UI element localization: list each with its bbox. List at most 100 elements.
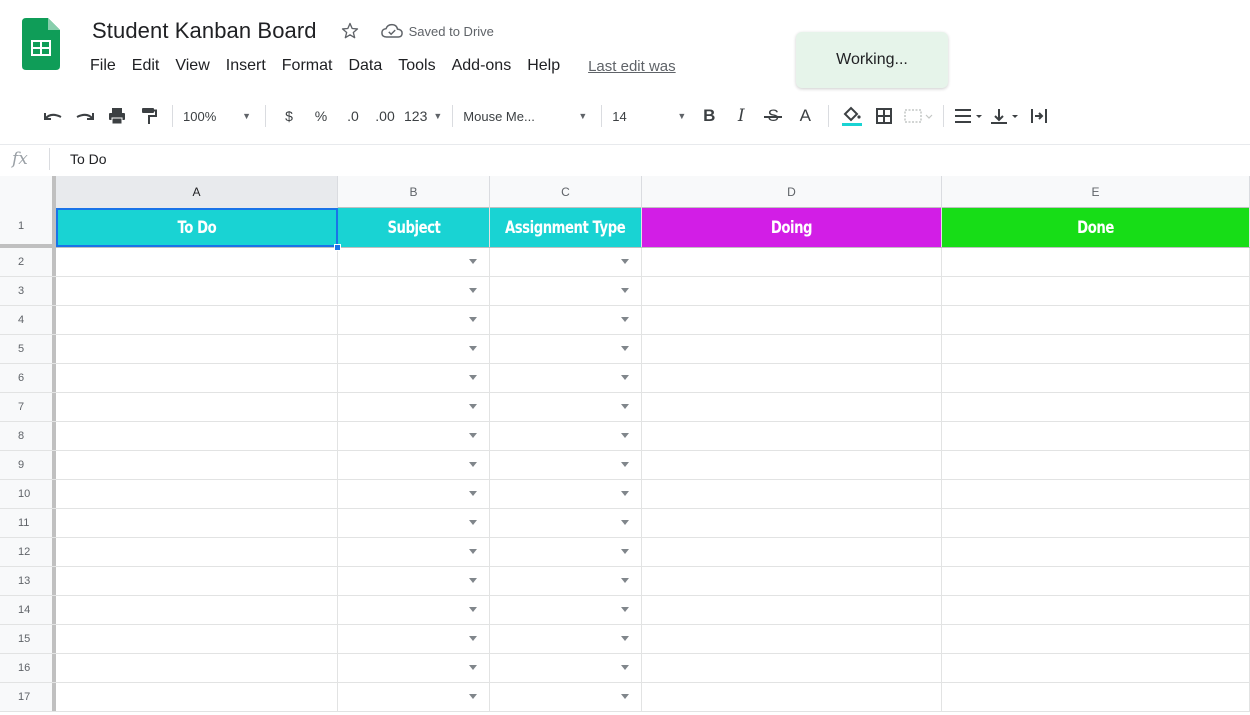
menu-file[interactable]: File: [82, 55, 124, 77]
document-title[interactable]: Student Kanban Board: [92, 18, 317, 44]
cell-assignment-type[interactable]: [490, 480, 642, 508]
text-color-button[interactable]: A: [792, 101, 818, 131]
dropdown-arrow-icon[interactable]: [469, 636, 477, 641]
star-icon[interactable]: [339, 20, 361, 42]
dropdown-arrow-icon[interactable]: [469, 375, 477, 380]
row-number[interactable]: 13: [0, 567, 56, 595]
row-number[interactable]: 8: [0, 422, 56, 450]
menu-tools[interactable]: Tools: [390, 55, 443, 77]
cell-subject[interactable]: [338, 306, 490, 334]
select-all-corner[interactable]: [0, 176, 56, 208]
cell-todo[interactable]: [56, 654, 338, 682]
column-header-a[interactable]: A: [56, 176, 338, 208]
dropdown-arrow-icon[interactable]: [469, 259, 477, 264]
dropdown-arrow-icon[interactable]: [621, 288, 629, 293]
menu-insert[interactable]: Insert: [218, 55, 274, 77]
cell-done[interactable]: [942, 480, 1250, 508]
row-number[interactable]: 14: [0, 596, 56, 624]
column-header-b[interactable]: B: [338, 176, 490, 208]
cell-e1[interactable]: Done: [942, 208, 1250, 247]
cell-assignment-type[interactable]: [490, 393, 642, 421]
row-number[interactable]: 16: [0, 654, 56, 682]
cell-assignment-type[interactable]: [490, 654, 642, 682]
cell-todo[interactable]: [56, 509, 338, 537]
cell-done[interactable]: [942, 335, 1250, 363]
cell-subject[interactable]: [338, 625, 490, 653]
cell-subject[interactable]: [338, 567, 490, 595]
fill-handle[interactable]: [334, 244, 341, 251]
text-wrap-icon[interactable]: [1026, 101, 1052, 131]
cell-subject[interactable]: [338, 451, 490, 479]
cell-done[interactable]: [942, 509, 1250, 537]
dropdown-arrow-icon[interactable]: [469, 404, 477, 409]
horizontal-align-icon[interactable]: [954, 101, 984, 131]
cell-assignment-type[interactable]: [490, 509, 642, 537]
cell-subject[interactable]: [338, 335, 490, 363]
cell-todo[interactable]: [56, 364, 338, 392]
dropdown-arrow-icon[interactable]: [469, 607, 477, 612]
cell-c1[interactable]: Assignment Type: [490, 208, 642, 247]
increase-decimal-button[interactable]: .00: [372, 101, 398, 131]
cell-assignment-type[interactable]: [490, 567, 642, 595]
dropdown-arrow-icon[interactable]: [621, 578, 629, 583]
cell-doing[interactable]: [642, 509, 942, 537]
cell-doing[interactable]: [642, 335, 942, 363]
row-number[interactable]: 2: [0, 248, 56, 276]
cell-done[interactable]: [942, 683, 1250, 711]
cell-todo[interactable]: [56, 625, 338, 653]
dropdown-arrow-icon[interactable]: [469, 317, 477, 322]
row-number[interactable]: 10: [0, 480, 56, 508]
cell-done[interactable]: [942, 277, 1250, 305]
dropdown-arrow-icon[interactable]: [469, 491, 477, 496]
print-icon[interactable]: [104, 101, 130, 131]
cell-doing[interactable]: [642, 683, 942, 711]
cell-doing[interactable]: [642, 596, 942, 624]
dropdown-arrow-icon[interactable]: [469, 462, 477, 467]
cell-b1[interactable]: Subject: [338, 208, 490, 247]
cell-subject[interactable]: [338, 654, 490, 682]
fill-color-icon[interactable]: [839, 101, 865, 131]
currency-button[interactable]: $: [276, 101, 302, 131]
cell-assignment-type[interactable]: [490, 683, 642, 711]
cell-subject[interactable]: [338, 509, 490, 537]
cell-subject[interactable]: [338, 422, 490, 450]
paint-format-icon[interactable]: [136, 101, 162, 131]
dropdown-arrow-icon[interactable]: [469, 665, 477, 670]
row-number[interactable]: 15: [0, 625, 56, 653]
vertical-align-icon[interactable]: [990, 101, 1020, 131]
cell-done[interactable]: [942, 625, 1250, 653]
row-number[interactable]: 6: [0, 364, 56, 392]
dropdown-arrow-icon[interactable]: [469, 694, 477, 699]
decrease-decimal-button[interactable]: .0: [340, 101, 366, 131]
cell-done[interactable]: [942, 596, 1250, 624]
cell-done[interactable]: [942, 393, 1250, 421]
dropdown-arrow-icon[interactable]: [621, 346, 629, 351]
cell-doing[interactable]: [642, 393, 942, 421]
strikethrough-button[interactable]: S: [760, 101, 786, 131]
dropdown-arrow-icon[interactable]: [621, 549, 629, 554]
cell-todo[interactable]: [56, 335, 338, 363]
dropdown-arrow-icon[interactable]: [621, 462, 629, 467]
font-size-select[interactable]: 14 ▼: [612, 101, 690, 131]
dropdown-arrow-icon[interactable]: [621, 491, 629, 496]
cell-todo[interactable]: [56, 422, 338, 450]
bold-button[interactable]: B: [696, 101, 722, 131]
cell-todo[interactable]: [56, 683, 338, 711]
cell-assignment-type[interactable]: [490, 422, 642, 450]
menu-format[interactable]: Format: [274, 55, 341, 77]
cell-assignment-type[interactable]: [490, 625, 642, 653]
cell-assignment-type[interactable]: [490, 248, 642, 276]
cell-assignment-type[interactable]: [490, 596, 642, 624]
cell-done[interactable]: [942, 654, 1250, 682]
column-header-c[interactable]: C: [490, 176, 642, 208]
undo-icon[interactable]: [40, 101, 66, 131]
cell-a1[interactable]: To Do: [56, 208, 341, 251]
cloud-saved-icon[interactable]: [380, 22, 403, 40]
row-number[interactable]: 9: [0, 451, 56, 479]
menu-edit[interactable]: Edit: [124, 55, 168, 77]
menu-view[interactable]: View: [167, 55, 217, 77]
menu-add-ons[interactable]: Add-ons: [444, 55, 520, 77]
font-select[interactable]: Mouse Me... ▼: [463, 101, 591, 131]
cell-doing[interactable]: [642, 538, 942, 566]
cell-subject[interactable]: [338, 683, 490, 711]
